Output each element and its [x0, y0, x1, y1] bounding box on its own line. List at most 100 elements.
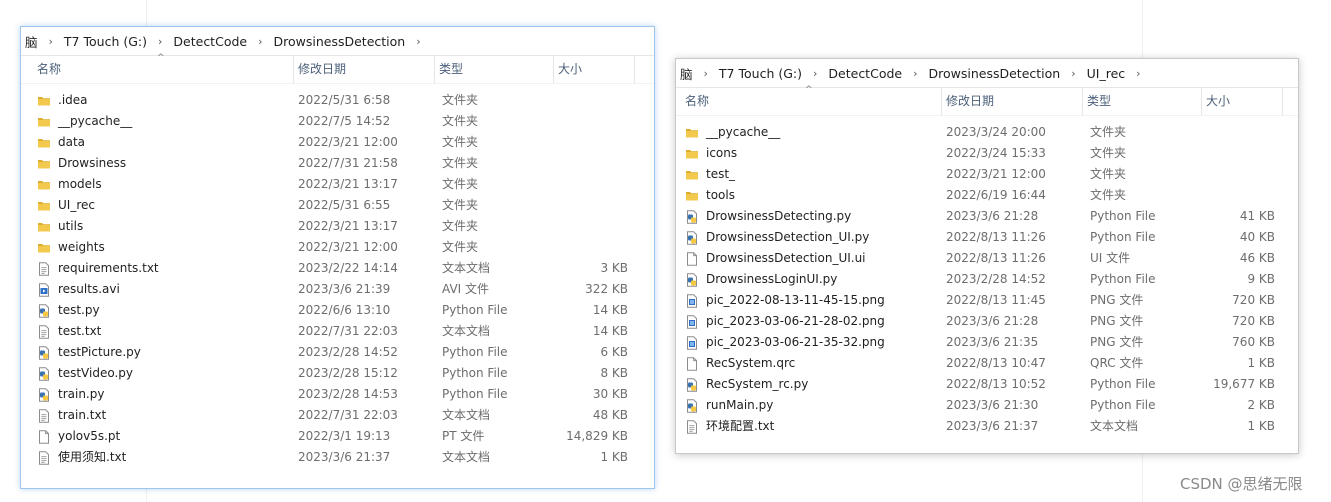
file-row[interactable]: weights 2022/3/21 12:00 文件夹	[21, 237, 654, 258]
file-name: pic_2022-08-13-11-45-15.png	[706, 293, 885, 307]
column-header-modified[interactable]: 修改日期	[294, 56, 434, 83]
file-modified-date: 2023/2/28 14:52	[298, 345, 398, 359]
chevron-right-icon[interactable]: ›	[1062, 67, 1084, 80]
column-resize-handle[interactable]	[1282, 88, 1283, 115]
file-list: .idea 2022/5/31 6:58 文件夹 __pycache__ 2022/7/…	[21, 84, 654, 468]
file-row[interactable]: tools 2022/6/19 16:44 文件夹	[676, 185, 1298, 206]
file-row[interactable]: DrowsinessDetection_UI.ui 2022/8/13 11:26…	[676, 248, 1298, 269]
column-header-modified[interactable]: 修改日期	[942, 88, 1082, 115]
text-file-icon	[685, 420, 699, 434]
file-row[interactable]: pic_2023-03-06-21-28-02.png 2023/3/6 21:2…	[676, 311, 1298, 332]
file-row[interactable]: train.txt 2022/7/31 22:03 文本文档 48 KB	[21, 405, 654, 426]
file-modified-date: 2022/3/21 13:17	[298, 219, 398, 233]
file-row[interactable]: .idea 2022/5/31 6:58 文件夹	[21, 90, 654, 111]
chevron-right-icon[interactable]: ›	[804, 67, 826, 80]
file-row[interactable]: yolov5s.pt 2022/3/1 19:13 PT 文件 14,829 KB	[21, 426, 654, 447]
file-row[interactable]: 环境配置.txt 2023/3/6 21:37 文本文档 1 KB	[676, 416, 1298, 437]
breadcrumb[interactable]: 脑 › T7 Touch (G:) › DetectCode › DrowsinessDet…	[676, 59, 1298, 87]
file-row[interactable]: RecSystem_rc.py 2022/8/13 10:52 Python Fil…	[676, 374, 1298, 395]
file-name: models	[58, 177, 102, 191]
chevron-right-icon[interactable]: ›	[695, 67, 717, 80]
file-name: .idea	[58, 93, 88, 107]
file-row[interactable]: test.txt 2022/7/31 22:03 文本文档 14 KB	[21, 321, 654, 342]
file-modified-date: 2022/7/5 14:52	[298, 114, 391, 128]
file-row[interactable]: pic_2022-08-13-11-45-15.png 2022/8/13 11:…	[676, 290, 1298, 311]
breadcrumb-segment[interactable]: DrowsinessDetection ›	[272, 34, 430, 49]
file-modified-date: 2023/3/6 21:30	[946, 398, 1039, 412]
chevron-right-icon[interactable]: ›	[149, 35, 171, 48]
file-row[interactable]: UI_rec 2022/5/31 6:55 文件夹	[21, 195, 654, 216]
file-row[interactable]: RecSystem.qrc 2022/8/13 10:47 QRC 文件 1 KB	[676, 353, 1298, 374]
file-row[interactable]: DrowsinessDetection_UI.py 2022/8/13 11:26…	[676, 227, 1298, 248]
file-row[interactable]: pic_2023-03-06-21-35-32.png 2023/3/6 21:3…	[676, 332, 1298, 353]
file-type: AVI 文件	[442, 282, 490, 296]
column-header-name[interactable]: 名称	[681, 88, 941, 115]
column-header-type[interactable]: 类型	[435, 56, 553, 83]
file-row[interactable]: runMain.py 2023/3/6 21:30 Python File 2 KB	[676, 395, 1298, 416]
folder-icon	[37, 94, 51, 108]
file-type: Python File	[1090, 377, 1156, 391]
breadcrumb-item[interactable]: DrowsinessDetection	[927, 66, 1063, 81]
chevron-right-icon[interactable]: ›	[904, 67, 926, 80]
breadcrumb-item[interactable]: T7 Touch (G:)	[717, 66, 804, 81]
file-row[interactable]: Drowsiness 2022/7/31 21:58 文件夹	[21, 153, 654, 174]
file-name: train.txt	[58, 408, 107, 422]
breadcrumb-item[interactable]: UI_rec	[1085, 66, 1128, 81]
file-row[interactable]: test.py 2022/6/6 13:10 Python File 14 KB	[21, 300, 654, 321]
explorer-window-drowsiness-detection[interactable]: 脑 › T7 Touch (G:) › DetectCode › DrowsinessDet…	[20, 26, 655, 489]
file-row[interactable]: 使用须知.txt 2023/3/6 21:37 文本文档 1 KB	[21, 447, 654, 468]
file-row[interactable]: utils 2022/3/21 13:17 文件夹	[21, 216, 654, 237]
file-row[interactable]: DrowsinessLoginUI.py 2023/2/28 14:52 Pytho…	[676, 269, 1298, 290]
chevron-right-icon[interactable]: ›	[1127, 67, 1149, 80]
python-file-icon	[685, 399, 699, 413]
blank-file-icon	[685, 357, 699, 371]
file-row[interactable]: __pycache__ 2022/7/5 14:52 文件夹	[21, 111, 654, 132]
chevron-right-icon[interactable]: ›	[40, 35, 62, 48]
file-list: __pycache__ 2023/3/24 20:00 文件夹 icons 2022/3…	[676, 116, 1298, 437]
file-row[interactable]: test_ 2022/3/21 12:00 文件夹	[676, 164, 1298, 185]
breadcrumb-segment[interactable]: DrowsinessDetection ›	[927, 66, 1085, 81]
file-row[interactable]: icons 2022/3/24 15:33 文件夹	[676, 143, 1298, 164]
column-header-size[interactable]: 大小	[554, 56, 634, 83]
file-modified-date: 2023/3/6 21:37	[946, 419, 1039, 433]
chevron-right-icon[interactable]: ›	[249, 35, 271, 48]
breadcrumb-segment[interactable]: T7 Touch (G:) ›	[717, 66, 826, 81]
breadcrumb-segment[interactable]: 脑 ›	[678, 64, 717, 83]
breadcrumb-segment[interactable]: 脑 ›	[23, 32, 62, 51]
breadcrumb-segment[interactable]: T7 Touch (G:) ›	[62, 34, 171, 49]
breadcrumb-segment[interactable]: UI_rec ›	[1085, 66, 1150, 81]
file-row[interactable]: data 2022/3/21 12:00 文件夹	[21, 132, 654, 153]
text-file-icon	[37, 409, 51, 423]
column-resize-handle[interactable]	[634, 56, 635, 83]
file-type: UI 文件	[1090, 251, 1131, 265]
column-header-type[interactable]: 类型	[1083, 88, 1201, 115]
file-row[interactable]: testVideo.py 2023/2/28 15:12 Python File 8 …	[21, 363, 654, 384]
breadcrumb-segment[interactable]: DetectCode ›	[826, 66, 926, 81]
file-row[interactable]: __pycache__ 2023/3/24 20:00 文件夹	[676, 122, 1298, 143]
file-size: 720 KB	[1232, 293, 1275, 307]
breadcrumb-item[interactable]: DetectCode	[171, 34, 249, 49]
breadcrumb-item[interactable]: 脑	[23, 32, 40, 51]
file-modified-date: 2022/3/21 13:17	[298, 177, 398, 191]
file-size: 2 KB	[1247, 398, 1275, 412]
file-size: 760 KB	[1232, 335, 1275, 349]
column-header-size[interactable]: 大小	[1202, 88, 1282, 115]
file-row[interactable]: results.avi 2023/3/6 21:39 AVI 文件 322 KB	[21, 279, 654, 300]
column-header: ^ 名称 修改日期 类型 大小	[21, 53, 654, 84]
file-row[interactable]: train.py 2023/2/28 14:53 Python File 30 KB	[21, 384, 654, 405]
breadcrumb-item[interactable]: T7 Touch (G:)	[62, 34, 149, 49]
chevron-right-icon[interactable]: ›	[407, 35, 429, 48]
file-row[interactable]: models 2022/3/21 13:17 文件夹	[21, 174, 654, 195]
breadcrumb-item[interactable]: DetectCode	[826, 66, 904, 81]
file-row[interactable]: testPicture.py 2023/2/28 14:52 Python File…	[21, 342, 654, 363]
file-row[interactable]: DrowsinessDetecting.py 2023/3/6 21:28 Pyth…	[676, 206, 1298, 227]
breadcrumb[interactable]: 脑 › T7 Touch (G:) › DetectCode › DrowsinessDet…	[21, 27, 654, 55]
breadcrumb-segment[interactable]: DetectCode ›	[171, 34, 271, 49]
explorer-window-ui-rec[interactable]: 脑 › T7 Touch (G:) › DetectCode › DrowsinessDet…	[675, 58, 1299, 454]
file-row[interactable]: requirements.txt 2023/2/22 14:14 文本文档 3 KB	[21, 258, 654, 279]
file-type: Python File	[442, 345, 508, 359]
column-header-name[interactable]: 名称	[33, 56, 293, 83]
breadcrumb-item[interactable]: 脑	[678, 64, 695, 83]
breadcrumb-item[interactable]: DrowsinessDetection	[272, 34, 408, 49]
folder-icon	[685, 126, 699, 140]
